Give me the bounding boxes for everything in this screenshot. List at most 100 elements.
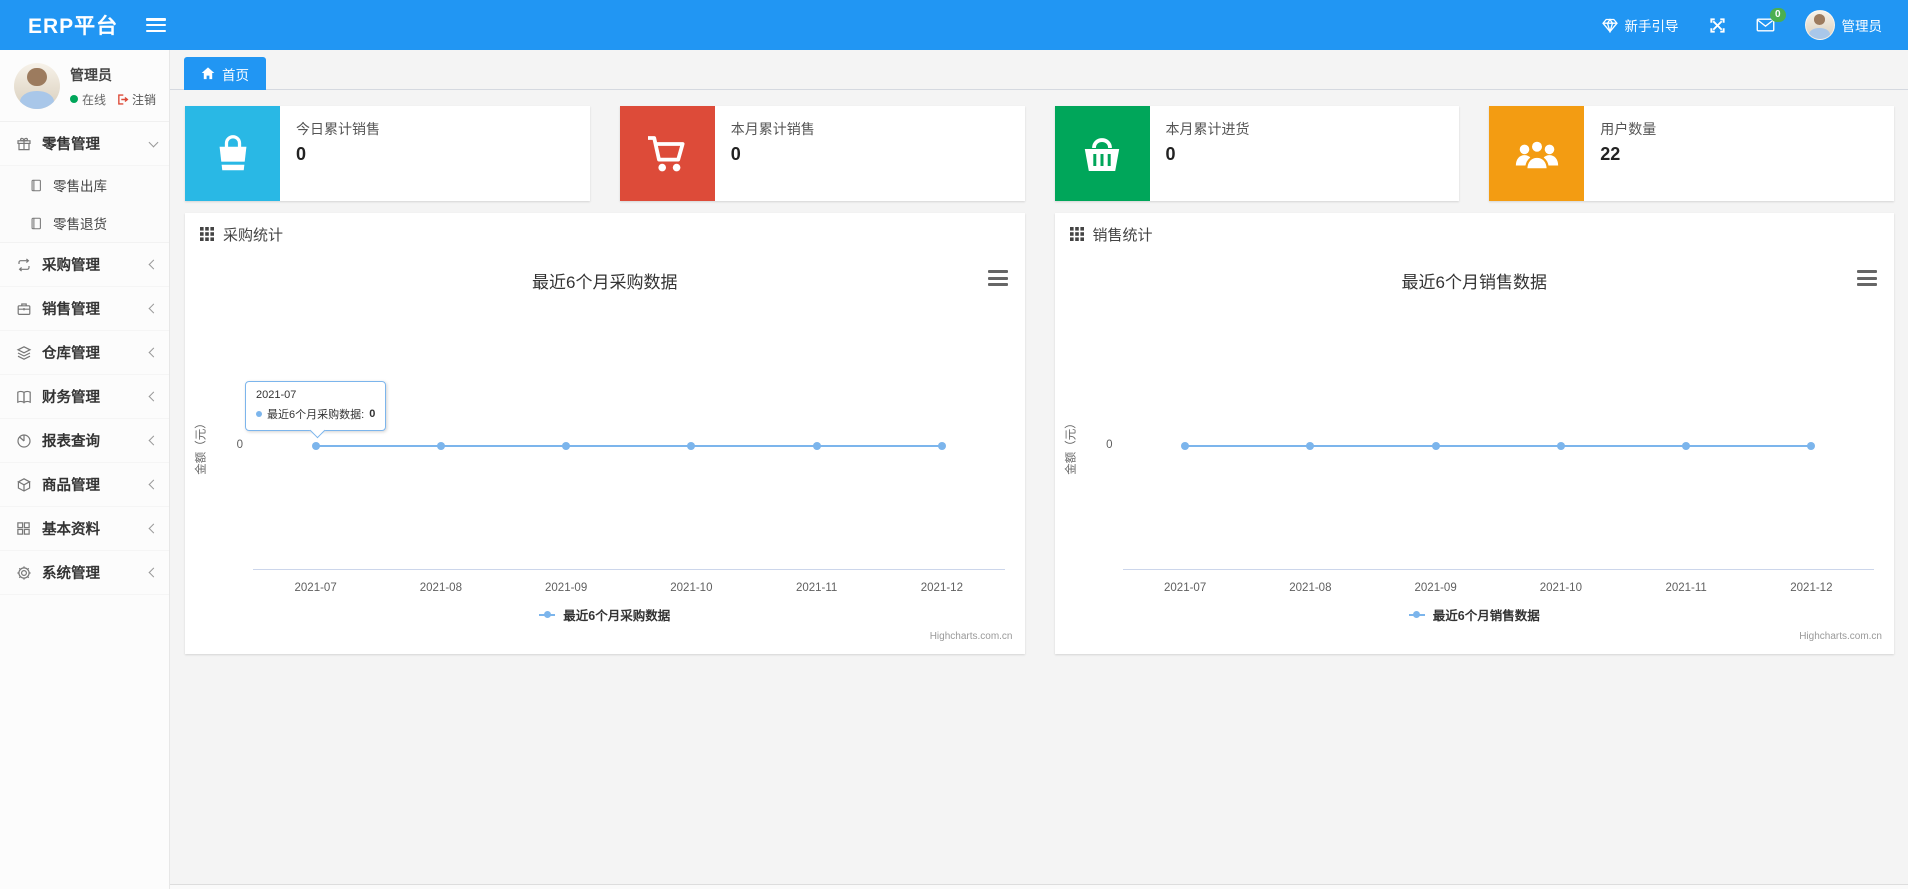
stat-card-label: 本月累计销售 <box>730 121 815 137</box>
user-menu[interactable]: 管理员 <box>1804 10 1883 40</box>
plot-area: 2021-07 2021-08 2021-09 2021-10 2021-11 2021-… <box>1122 310 1874 594</box>
logout-label: 注销 <box>132 92 157 107</box>
sidebar-item-label: 仓库管理 <box>42 346 100 362</box>
tab-home-label: 首页 <box>222 67 249 83</box>
chart-tooltip: 2021-07 最近6个月采购数据: 0 <box>245 381 387 431</box>
sidebar-item-label: 销售管理 <box>42 302 100 318</box>
sidebar-item-retail-outbound[interactable]: 零售出库 <box>0 166 169 204</box>
series-marker-icon <box>256 411 262 417</box>
chart-context-menu-button[interactable] <box>1857 270 1877 286</box>
highcharts-credit[interactable]: Highcharts.com.cn <box>1799 631 1882 642</box>
stat-card-month-sales[interactable]: 本月累计销售 0 <box>619 106 1025 201</box>
cart-icon <box>619 106 715 201</box>
chevron-left-icon <box>148 347 159 358</box>
sidebar-item-basic-data[interactable]: 基本资料 <box>0 507 169 551</box>
sales-stats-panel: 销售统计 最近6个月销售数据 金额（元） 0 2021-07 2021-08 202… <box>1054 213 1895 654</box>
x-axis-label: 2021-09 <box>1414 582 1457 594</box>
stat-card-month-purchase[interactable]: 本月累计进货 0 <box>1054 106 1460 201</box>
tab-home[interactable]: 首页 <box>184 57 266 90</box>
data-point[interactable] <box>1306 442 1315 450</box>
sidebar-item-products[interactable]: 商品管理 <box>0 463 169 507</box>
gem-icon <box>1601 17 1618 33</box>
data-point[interactable] <box>1556 442 1565 450</box>
y-axis-label: 金额（元） <box>1065 417 1077 475</box>
tooltip-series-label: 最近6个月采购数据: <box>267 409 365 421</box>
sidebar-item-purchase[interactable]: 采购管理 <box>0 243 169 287</box>
retail-submenu: 零售出库 零售退货 <box>0 166 169 243</box>
sidebar-item-warehouse[interactable]: 仓库管理 <box>0 331 169 375</box>
avatar <box>1804 10 1835 40</box>
stat-card-user-count[interactable]: 用户数量 22 <box>1489 106 1894 201</box>
data-point[interactable] <box>311 442 320 450</box>
legend-marker-icon <box>1408 611 1425 618</box>
tab-bar: 首页 <box>170 50 1908 90</box>
gift-icon <box>15 136 32 152</box>
tooltip-value: 0 <box>369 408 376 420</box>
chart-context-menu-button[interactable] <box>987 270 1008 286</box>
chevron-left-icon <box>148 479 159 490</box>
layers-icon <box>15 345 32 361</box>
data-point[interactable] <box>436 442 445 450</box>
sidebar-toggle-button[interactable] <box>146 18 167 32</box>
sidebar-item-label: 财务管理 <box>42 390 100 406</box>
sidebar-item-retail[interactable]: 零售管理 <box>0 122 169 166</box>
sidebar: 管理员 在线 注销 零售管理 零售出库 零售退货 采购管理 销售管理 仓库管理 … <box>0 50 170 889</box>
beginner-guide-button[interactable]: 新手引导 <box>1601 15 1679 35</box>
panel-title: 销售统计 <box>1092 226 1153 244</box>
journal-icon <box>27 178 44 193</box>
y-axis-tick: 0 <box>236 439 243 451</box>
data-point[interactable] <box>687 442 696 450</box>
legend-label: 最近6个月销售数据 <box>1432 609 1540 623</box>
fullscreen-button[interactable] <box>1709 17 1726 34</box>
sales-chart: 最近6个月销售数据 金额（元） 0 2021-07 2021-08 2021-09 2… <box>1055 255 1895 651</box>
legend-item[interactable]: 最近6个月采购数据 <box>185 605 1025 624</box>
stat-card-today-sales[interactable]: 今日累计销售 0 <box>185 106 590 201</box>
data-point[interactable] <box>1682 442 1691 450</box>
top-navbar: ERP平台 新手引导 0 管理员 <box>0 0 1908 50</box>
data-point[interactable] <box>937 442 946 450</box>
x-axis-label: 2021-11 <box>1665 582 1707 594</box>
gear-icon <box>15 565 32 581</box>
highcharts-credit[interactable]: Highcharts.com.cn <box>930 631 1013 642</box>
x-axis-label: 2021-09 <box>545 582 588 594</box>
series-line <box>1185 445 1812 447</box>
x-axis-label: 2021-10 <box>1539 582 1582 594</box>
messages-button[interactable]: 0 <box>1756 8 1786 33</box>
sidebar-item-label: 报表查询 <box>42 434 100 450</box>
navbar-username: 管理员 <box>1841 19 1883 34</box>
sidebar-item-label: 商品管理 <box>42 478 100 494</box>
series-line <box>315 445 942 447</box>
data-point[interactable] <box>1181 442 1190 450</box>
purchase-chart: 最近6个月采购数据 金额（元） 0 2021-07 2021-08 2021-09 2… <box>185 255 1025 651</box>
data-point[interactable] <box>812 442 821 450</box>
avatar <box>14 63 60 109</box>
legend-marker-icon <box>539 611 556 618</box>
logout-button[interactable]: 注销 <box>116 91 156 108</box>
x-axis-label: 2021-07 <box>294 582 337 594</box>
sidebar-item-retail-return[interactable]: 零售退货 <box>0 204 169 242</box>
grid-icon <box>15 521 32 536</box>
sidebar-item-finance[interactable]: 财务管理 <box>0 375 169 419</box>
data-point[interactable] <box>1807 442 1816 450</box>
sidebar-item-sales[interactable]: 销售管理 <box>0 287 169 331</box>
logout-icon <box>116 93 129 106</box>
data-point[interactable] <box>1431 442 1440 450</box>
sidebar-item-system[interactable]: 系统管理 <box>0 551 169 595</box>
box-icon <box>15 477 32 493</box>
repeat-icon <box>15 257 32 273</box>
book-icon <box>15 389 32 405</box>
x-axis-label: 2021-12 <box>1790 582 1833 594</box>
journal-icon <box>27 216 44 231</box>
sidebar-item-reports[interactable]: 报表查询 <box>0 419 169 463</box>
x-axis-label: 2021-08 <box>1289 582 1332 594</box>
x-axis-label: 2021-08 <box>419 582 462 594</box>
data-point[interactable] <box>562 442 571 450</box>
legend-label: 最近6个月采购数据 <box>563 609 671 623</box>
legend-item[interactable]: 最近6个月销售数据 <box>1055 605 1895 624</box>
chevron-left-icon <box>148 435 159 446</box>
message-count-badge: 0 <box>1769 8 1786 22</box>
chart-panels-row: 采购统计 最近6个月采购数据 金额（元） 0 2021-07 2021-08 202… <box>170 201 1908 654</box>
shopping-bag-icon <box>185 106 280 201</box>
app-brand: ERP平台 <box>28 15 119 38</box>
main-content: 首页 今日累计销售 0 本月累计销售 0 本月累计进货 0 用户数量 22 采购… <box>170 50 1908 889</box>
